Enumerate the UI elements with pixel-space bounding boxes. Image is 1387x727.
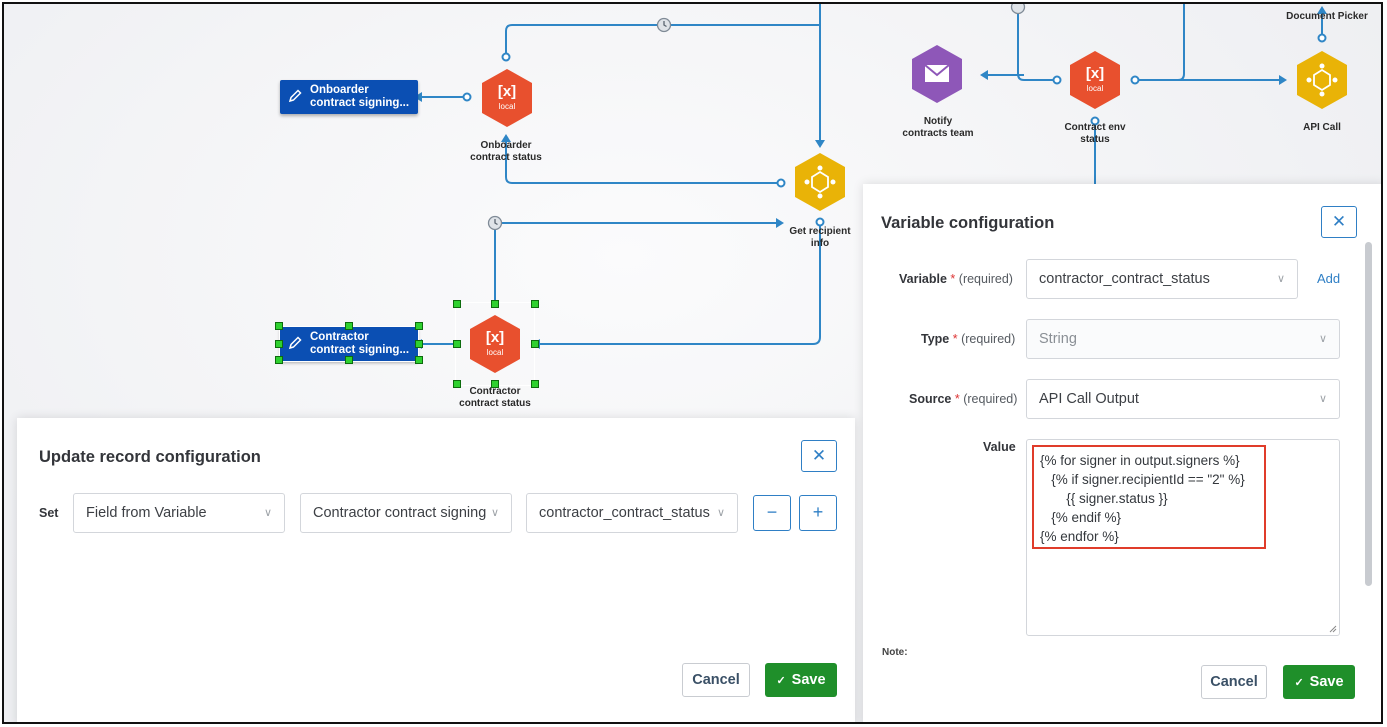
select-value: contractor_contract_status — [539, 505, 710, 521]
required-note: (required) — [961, 332, 1016, 346]
resize-handle[interactable] — [531, 340, 539, 348]
contractor-status-label: Contractor contract status — [459, 386, 531, 409]
chevron-down-icon: ∨ — [263, 507, 272, 519]
app-frame: Onboarder contract signing... [x] local … — [2, 2, 1383, 724]
resize-handle[interactable] — [345, 356, 353, 364]
resize-handle[interactable] — [531, 300, 539, 308]
record-field-select[interactable]: Contractor contract signing ∨ — [300, 493, 512, 533]
variable-local-icon[interactable]: [x] local — [480, 68, 534, 128]
panel-title: Variable configuration — [881, 214, 1055, 232]
chevron-down-icon: ∨ — [1318, 393, 1327, 405]
chevron-down-icon: ∨ — [1318, 333, 1327, 345]
set-label: Set — [39, 506, 59, 520]
value-code: {% for signer in output.signers %} {% if… — [1032, 445, 1266, 549]
add-row-button[interactable]: + — [799, 495, 837, 531]
onboarder-status-label: Onboarder contract status — [470, 140, 542, 163]
clock-icon — [656, 17, 672, 33]
required-note: (required) — [958, 272, 1013, 286]
get-recipient-label: Get recipient info — [789, 226, 851, 249]
panel-title: Update record configuration — [39, 448, 261, 466]
select-value: API Call Output — [1039, 391, 1139, 407]
select-value: contractor_contract_status — [1039, 271, 1210, 287]
save-label: Save — [791, 672, 826, 688]
scrollbar[interactable] — [1365, 242, 1372, 586]
check-icon: ✓ — [776, 675, 786, 687]
variable-label: Variable * (required) — [899, 272, 1013, 286]
variable-local-icon[interactable]: [x] local — [1068, 50, 1122, 110]
select-value: String — [1039, 331, 1077, 347]
note-label: Note: — [882, 647, 908, 658]
resize-handle[interactable] — [275, 322, 283, 330]
select-value: Field from Variable — [86, 505, 207, 521]
pencil-icon — [288, 89, 302, 103]
save-button[interactable]: ✓ Save — [1283, 665, 1355, 699]
svg-text:[x]: [x] — [1086, 65, 1104, 82]
document-picker-label: Document Picker — [1286, 11, 1368, 22]
resize-handle[interactable] — [275, 340, 283, 348]
svg-text:[x]: [x] — [498, 83, 516, 100]
type-select[interactable]: String ∨ — [1026, 319, 1340, 359]
save-label: Save — [1309, 674, 1344, 690]
variable-config-panel: Variable configuration ✕ Variable * (req… — [863, 184, 1381, 722]
label-text: Type — [921, 332, 950, 346]
add-link[interactable]: Add — [1317, 271, 1340, 286]
onboarder-update-card[interactable]: Onboarder contract signing... — [280, 80, 418, 114]
api-icon[interactable] — [1295, 50, 1349, 110]
label-text: Source — [909, 392, 952, 406]
required-note: (required) — [963, 392, 1018, 406]
resize-handle[interactable] — [345, 322, 353, 330]
type-label: Type * (required) — [921, 332, 1016, 346]
svg-text:[x]: [x] — [486, 329, 504, 346]
close-button[interactable]: ✕ — [801, 440, 837, 472]
save-button[interactable]: ✓ Save — [765, 663, 837, 697]
variable-select[interactable]: contractor_contract_status ∨ — [526, 493, 738, 533]
resize-grip-icon[interactable] — [1329, 625, 1337, 633]
resize-handle[interactable] — [491, 300, 499, 308]
chevron-down-icon: ∨ — [1276, 273, 1285, 285]
envelope-icon[interactable] — [910, 44, 964, 104]
close-icon: ✕ — [1331, 212, 1347, 231]
resize-handle[interactable] — [453, 300, 461, 308]
chevron-down-icon: ∨ — [716, 507, 725, 519]
notify-label: Notify contracts team — [902, 116, 974, 139]
clock-icon — [1010, 4, 1026, 15]
chevron-down-icon: ∨ — [490, 507, 499, 519]
source-select[interactable]: API Call Output ∨ — [1026, 379, 1340, 419]
remove-row-button[interactable]: − — [753, 495, 791, 531]
label-text: Variable — [899, 272, 947, 286]
check-icon: ✓ — [1294, 677, 1304, 689]
close-button[interactable]: ✕ — [1321, 206, 1357, 238]
clock-icon — [487, 215, 503, 231]
resize-handle[interactable] — [275, 356, 283, 364]
svg-text:local: local — [499, 102, 516, 111]
svg-text:local: local — [1087, 84, 1104, 93]
variable-local-icon[interactable]: [x] local — [468, 314, 522, 374]
contract-env-label: Contract env status — [1064, 122, 1126, 145]
source-label: Source * (required) — [909, 392, 1018, 406]
api-call-label: API Call — [1303, 122, 1341, 133]
card-label: Onboarder contract signing... — [310, 84, 410, 109]
resize-handle[interactable] — [415, 356, 423, 364]
cancel-button[interactable]: Cancel — [682, 663, 750, 697]
resize-handle[interactable] — [415, 340, 423, 348]
value-label: Value — [983, 440, 1016, 454]
resize-handle[interactable] — [453, 340, 461, 348]
update-record-panel: Update record configuration ✕ Set Field … — [17, 418, 855, 722]
svg-text:local: local — [487, 348, 504, 357]
set-type-select[interactable]: Field from Variable ∨ — [73, 493, 285, 533]
cancel-button[interactable]: Cancel — [1201, 665, 1267, 699]
api-icon[interactable] — [793, 152, 847, 212]
resize-handle[interactable] — [415, 322, 423, 330]
variable-select[interactable]: contractor_contract_status ∨ — [1026, 259, 1298, 299]
select-value: Contractor contract signing — [313, 505, 487, 521]
close-icon: ✕ — [811, 446, 827, 465]
